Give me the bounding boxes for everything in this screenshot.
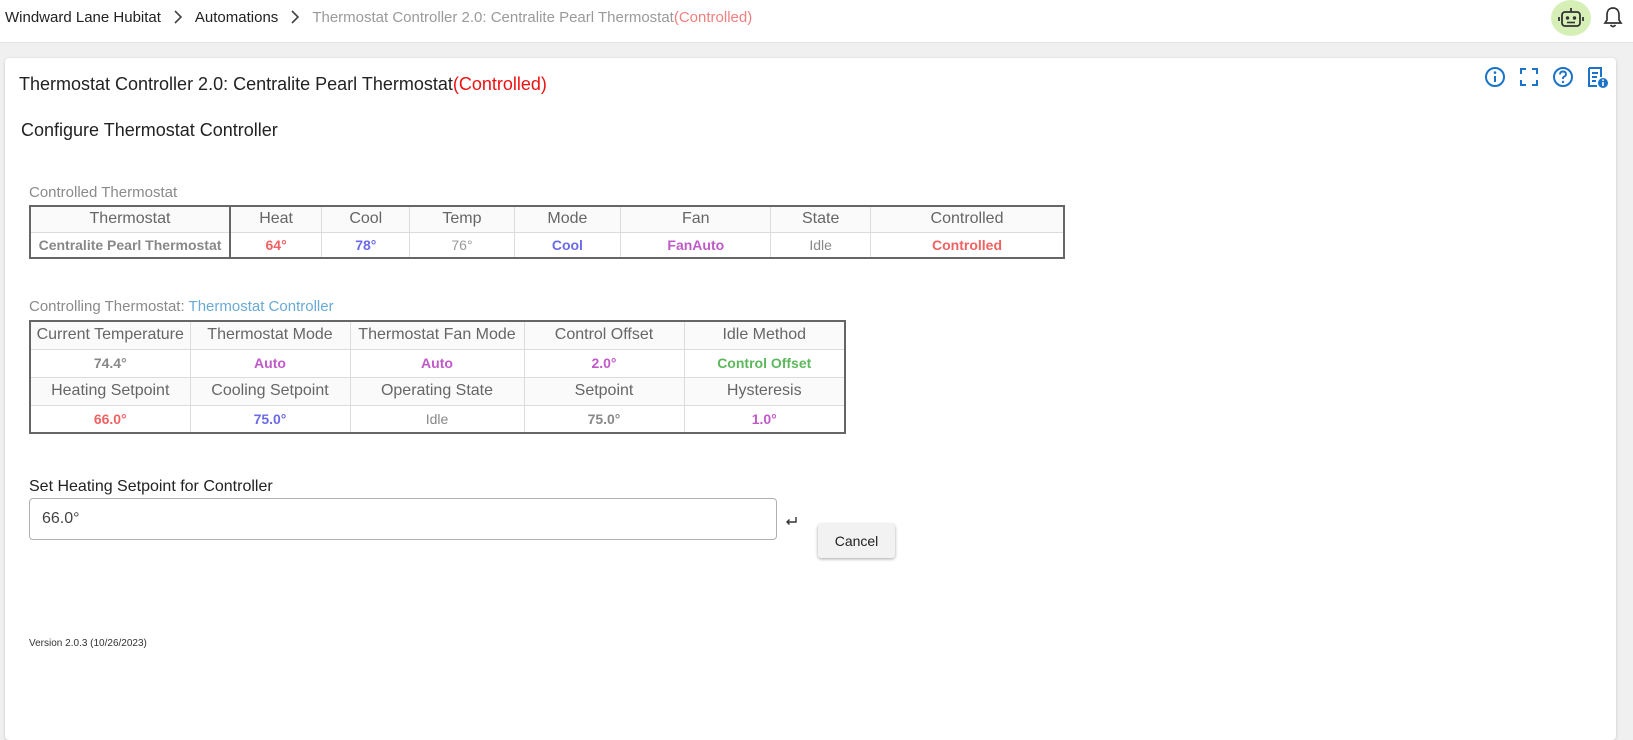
controlling-thermostat-table: Current Temperature Thermostat Mode Ther… xyxy=(29,320,846,434)
cool-value-cell: 78° xyxy=(321,231,411,259)
section-subtitle: Configure Thermostat Controller xyxy=(21,120,278,140)
mode-value-cell: Cool xyxy=(513,231,622,259)
chevron-right-icon xyxy=(278,10,312,24)
breadcrumb-current: Thermostat Controller 2.0: Centralite Pe… xyxy=(312,9,752,26)
fan-value-cell: FanAuto xyxy=(620,231,772,259)
robot-icon[interactable] xyxy=(1551,0,1591,36)
controlled-thermostat-table: Thermostat Heat Cool Temp Mode Fan State… xyxy=(29,205,1065,259)
table-header-cell: Operating State xyxy=(349,376,525,406)
setpoint-value: 75.0° xyxy=(523,404,685,434)
table-header-cell: Heating Setpoint xyxy=(29,376,191,406)
help-icon[interactable] xyxy=(1550,64,1576,90)
card-actions xyxy=(1482,64,1610,90)
table-header-cell: Control Offset xyxy=(523,320,685,350)
hysteresis-value: 1.0° xyxy=(683,404,846,434)
table-header-cell: Idle Method xyxy=(683,320,846,350)
top-bar: Windward Lane Hubitat Automations Thermo… xyxy=(0,0,1633,43)
controlled-value-cell: Controlled xyxy=(870,231,1065,259)
table-header-cell: Cool xyxy=(321,205,411,233)
breadcrumb-current-label: Thermostat Controller 2.0: Centralite Pe… xyxy=(312,8,674,26)
enter-icon[interactable] xyxy=(783,514,799,530)
table-header-cell: Cooling Setpoint xyxy=(189,376,351,406)
bell-icon[interactable] xyxy=(1600,4,1626,30)
controlled-thermostat-label: Controlled Thermostat xyxy=(29,184,178,201)
table-header-cell: State xyxy=(770,205,871,233)
log-info-icon[interactable] xyxy=(1584,64,1610,90)
cancel-button[interactable]: Cancel xyxy=(818,524,895,558)
page-title: Thermostat Controller 2.0: Centralite Pe… xyxy=(19,74,547,95)
control-offset-value: 2.0° xyxy=(523,348,685,378)
version-text: Version 2.0.3 (10/26/2023) xyxy=(29,638,147,649)
heat-value-cell: 64° xyxy=(229,231,323,259)
controlling-thermostat-label: Controlling Thermostat: Thermostat Contr… xyxy=(29,298,334,315)
table-row: Centralite Pearl Thermostat 64° 78° 76° … xyxy=(29,231,1065,259)
info-icon[interactable] xyxy=(1482,64,1508,90)
table-header-cell: Thermostat Fan Mode xyxy=(349,320,525,350)
heating-setpoint-value: 66.0° xyxy=(29,404,191,434)
table-header-cell: Mode xyxy=(513,205,622,233)
chevron-right-icon xyxy=(161,10,195,24)
temp-value-cell: 76° xyxy=(409,231,515,259)
breadcrumb-home[interactable]: Windward Lane Hubitat xyxy=(5,9,161,26)
table-header-cell: Setpoint xyxy=(523,376,685,406)
table-header-row: Current Temperature Thermostat Mode Ther… xyxy=(29,320,846,350)
controlling-label-text: Controlling Thermostat: xyxy=(29,298,189,315)
thermostat-controller-link[interactable]: Thermostat Controller xyxy=(189,298,334,315)
table-row: 66.0° 75.0° Idle 75.0° 1.0° xyxy=(29,404,846,434)
idle-method-value: Control Offset xyxy=(683,348,846,378)
heating-setpoint-input[interactable] xyxy=(29,498,777,540)
table-header-cell: Heat xyxy=(229,205,323,233)
main-card: Thermostat Controller 2.0: Centralite Pe… xyxy=(5,58,1616,740)
table-header-cell: Controlled xyxy=(870,205,1065,233)
state-value-cell: Idle xyxy=(770,231,871,259)
table-header-cell: Current Temperature xyxy=(29,320,191,350)
table-header-row: Heating Setpoint Cooling Setpoint Operat… xyxy=(29,376,846,406)
thermostat-name-cell: Centralite Pearl Thermostat xyxy=(29,231,231,259)
table-row: 74.4° Auto Auto 2.0° Control Offset xyxy=(29,348,846,378)
breadcrumb-current-suffix: (Controlled) xyxy=(673,8,753,26)
page-title-text: Thermostat Controller 2.0: Centralite Pe… xyxy=(19,74,453,94)
table-header-cell: Thermostat xyxy=(29,205,231,233)
operating-state-value: Idle xyxy=(349,404,525,434)
table-header-cell: Fan xyxy=(620,205,772,233)
thermostat-mode-value: Auto xyxy=(189,348,351,378)
cooling-setpoint-value: 75.0° xyxy=(189,404,351,434)
current-temperature-value: 74.4° xyxy=(29,348,191,378)
fullscreen-icon[interactable] xyxy=(1516,64,1542,90)
table-header-cell: Thermostat Mode xyxy=(189,320,351,350)
page-title-suffix: (Controlled) xyxy=(452,74,547,94)
breadcrumb: Windward Lane Hubitat Automations Thermo… xyxy=(5,0,752,34)
breadcrumb-automations[interactable]: Automations xyxy=(195,9,278,26)
table-header-cell: Hysteresis xyxy=(683,376,846,406)
thermostat-fan-mode-value: Auto xyxy=(349,348,525,378)
heating-setpoint-field-label: Set Heating Setpoint for Controller xyxy=(29,478,273,495)
table-header-row: Thermostat Heat Cool Temp Mode Fan State… xyxy=(29,205,1065,233)
table-header-cell: Temp xyxy=(409,205,515,233)
